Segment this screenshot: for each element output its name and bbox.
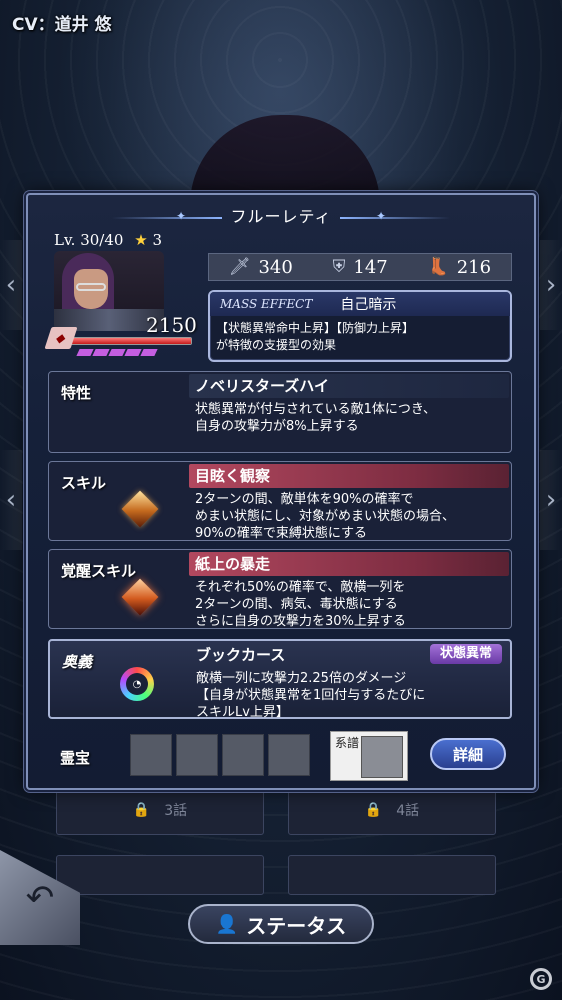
- treasure-slot[interactable]: [268, 734, 310, 776]
- level-display: Lv. 30/40 ★ 3: [54, 231, 162, 249]
- detail-button[interactable]: 詳細: [430, 738, 506, 770]
- character-detail-panel: ✦ ✦ フルーレティ Lv. 30/40 ★ 3 2150 ◆ 🗡 340 ⛨ 14…: [26, 193, 536, 790]
- awake-skill-description: それぞれ50%の確率で、敵横一列を 2ターンの間、病気、毒状態にする さらに自身…: [195, 580, 406, 629]
- star-icon: ★: [134, 231, 148, 249]
- level-text: Lv. 30/40: [54, 231, 124, 249]
- book-weapon-icon: ◆: [44, 327, 78, 349]
- mass-effect-tag: MASS EFFECT: [220, 297, 313, 311]
- lineage-label: 系譜: [335, 736, 360, 750]
- trait-label: 特性: [61, 384, 92, 402]
- locked-episode-3[interactable]: 🔒 3話: [56, 785, 264, 835]
- awake-skill-section[interactable]: 覚醒スキル 紙上の暴走 それぞれ50%の確率で、敵横一列を 2ターンの間、病気、…: [48, 549, 512, 629]
- locked-episode-4[interactable]: 🔒 4話: [288, 785, 496, 835]
- lineage-slot: [361, 736, 403, 778]
- awakening-pip: [92, 349, 110, 356]
- status-button[interactable]: 👤 ステータス: [188, 904, 374, 944]
- defense-value: 147: [353, 256, 388, 278]
- skill-title: 目眩く観察: [189, 464, 509, 488]
- skill-label: スキル: [61, 474, 107, 492]
- locked-episode-5[interactable]: [56, 855, 264, 895]
- ougi-label: 奥義: [62, 653, 93, 671]
- treasure-slot[interactable]: [130, 734, 172, 776]
- prev-arrow-icon[interactable]: ‹: [0, 240, 22, 330]
- next-character-arrow-icon[interactable]: ‹: [540, 450, 562, 550]
- star-count: 3: [152, 231, 162, 249]
- prev-character-arrow-icon[interactable]: ‹: [0, 450, 22, 550]
- awake-skill-label: 覚醒スキル: [61, 562, 137, 580]
- back-arrow-icon: ↶: [25, 877, 55, 918]
- lock-icon: 🔒: [364, 802, 383, 818]
- skill-description: 2ターンの間、敵単体を90%の確率で めまい状態にし、対象がめまい状態の場合、 …: [195, 492, 456, 541]
- shield-icon: ⛨: [332, 257, 346, 277]
- status-ailment-badge: 状態異常: [429, 644, 502, 664]
- awakening-pip: [124, 349, 142, 356]
- episode-label: 3話: [164, 803, 188, 819]
- awakening-pip: [76, 349, 94, 356]
- mass-effect-box[interactable]: MASS EFFECT 自己暗示 【状態異常命中上昇】【防御力上昇】 が特徴の支…: [208, 290, 512, 362]
- treasure-label: 霊宝: [60, 749, 91, 767]
- trait-description: 状態異常が付与されている敵1体につき、 自身の攻撃力が8%上昇する: [195, 402, 436, 434]
- treasure-slot[interactable]: [222, 734, 264, 776]
- ougi-orb-icon: ◔: [120, 667, 154, 701]
- awake-skill-title: 紙上の暴走: [189, 552, 509, 576]
- treasure-slot[interactable]: [176, 734, 218, 776]
- trait-title: ノベリスターズハイ: [189, 374, 509, 398]
- episode-label: 4話: [396, 803, 420, 819]
- skill-section[interactable]: スキル 目眩く観察 2ターンの間、敵単体を90%の確率で めまい状態にし、対象が…: [48, 461, 512, 541]
- boot-icon: 👢: [427, 257, 449, 277]
- watermark-logo: G: [530, 968, 552, 990]
- next-arrow-icon[interactable]: ‹: [540, 240, 562, 330]
- person-list-icon: 👤: [215, 913, 239, 935]
- combat-power: 2150: [146, 313, 197, 337]
- lock-icon: 🔒: [132, 802, 151, 818]
- awakening-pips: [76, 349, 158, 356]
- hp-bar: [54, 337, 192, 345]
- ougi-section[interactable]: 奥義 ◔ ブックカース 状態異常 敵横一列に攻撃力2.25倍のダメージ 【自身が…: [48, 639, 512, 720]
- status-button-label: ステータス: [246, 913, 347, 938]
- awakening-pip: [108, 349, 126, 356]
- sword-icon: 🗡: [228, 257, 251, 277]
- speed-value: 216: [456, 256, 492, 278]
- ougi-description: 敵横一列に攻撃力2.25倍のダメージ 【自身が状態異常を1回付与するたびに スキ…: [196, 671, 426, 720]
- mass-effect-description: 【状態異常命中上昇】【防御力上昇】 が特徴の支援型の効果: [216, 321, 415, 352]
- attack-value: 340: [258, 256, 293, 278]
- lineage-box[interactable]: 系譜: [330, 731, 408, 781]
- locked-episode-6[interactable]: [288, 855, 496, 895]
- voice-actor-label: CV：道井 悠: [12, 15, 112, 35]
- awake-crystal-icon: [121, 578, 159, 616]
- mass-effect-name: 自己暗示: [340, 297, 397, 313]
- stats-bar: 🗡 340 ⛨ 147 👢 216: [208, 253, 512, 281]
- skill-crystal-icon: [121, 490, 159, 528]
- awakening-pip: [140, 349, 158, 356]
- trait-section[interactable]: 特性 ノベリスターズハイ 状態異常が付与されている敵1体につき、 自身の攻撃力が…: [48, 371, 512, 453]
- character-name: フルーレティ: [230, 207, 332, 226]
